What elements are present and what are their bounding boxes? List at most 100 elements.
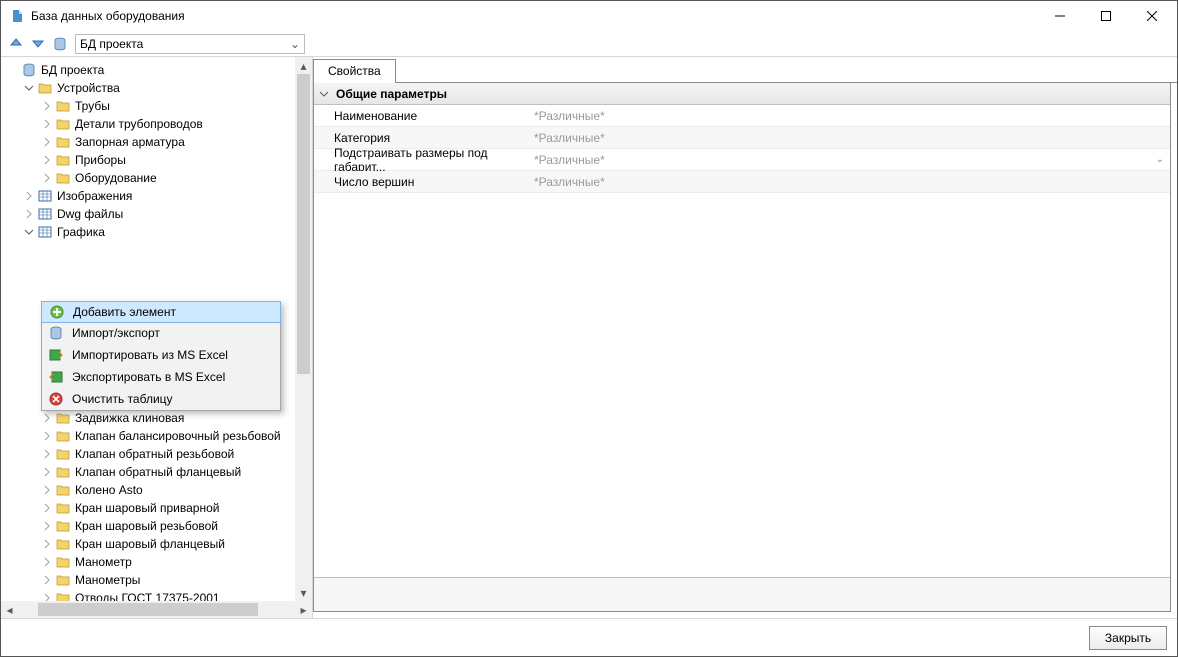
tree-node[interactable]: Кран шаровый фланцевый (1, 535, 312, 553)
expander-closed-icon[interactable] (41, 592, 53, 601)
tree-node[interactable]: Отводы ГОСТ 17375-2001 (1, 589, 312, 601)
tree-node[interactable]: Приборы (1, 151, 312, 169)
database-button[interactable] (51, 35, 69, 53)
tree-node[interactable]: Трубы (1, 97, 312, 115)
property-group-header[interactable]: Общие параметры (314, 83, 1170, 105)
expander-closed-icon[interactable] (41, 136, 53, 148)
tree-root[interactable]: БД проекта (1, 61, 312, 79)
down-arrow-button[interactable] (29, 35, 47, 53)
tree-node[interactable]: Задвижка клиновая (1, 409, 312, 427)
prop-name: Подстраивать размеры под габарит... (314, 146, 530, 174)
prop-name: Число вершин (314, 175, 530, 189)
scroll-thumb[interactable] (297, 74, 310, 374)
scroll-track[interactable] (295, 74, 312, 584)
ctx-add-element[interactable]: Добавить элемент (41, 301, 281, 323)
tree-node[interactable]: Кран шаровый приварной (1, 499, 312, 517)
scroll-up-icon[interactable]: ▴ (295, 57, 312, 74)
ctx-label: Добавить элемент (73, 305, 176, 319)
tree-node[interactable]: Колено Asto (1, 481, 312, 499)
expander-closed-icon[interactable] (41, 412, 53, 424)
footer: Закрыть (1, 618, 1177, 656)
tree-node[interactable]: Клапан обратный резьбовой (1, 445, 312, 463)
prop-row[interactable]: Подстраивать размеры под габарит... *Раз… (314, 149, 1170, 171)
tree-node-graphics[interactable]: Графика (1, 223, 312, 241)
prop-name: Категория (314, 131, 530, 145)
expander-closed-icon[interactable] (41, 154, 53, 166)
tree-node[interactable]: Запорная арматура (1, 133, 312, 151)
prop-value-dropdown[interactable]: *Различные*⌄ (530, 153, 1170, 167)
database-icon (48, 325, 64, 341)
expander-closed-icon[interactable] (41, 520, 53, 532)
tree-node[interactable]: Оборудование (1, 169, 312, 187)
prop-value[interactable]: *Различные* (530, 175, 1170, 189)
tree-pane: БД проекта Устройства Трубы Дета (1, 57, 313, 618)
prop-value[interactable]: *Различные* (530, 131, 1170, 145)
delete-icon (48, 391, 64, 407)
chevron-down-icon: ⌄ (290, 37, 300, 51)
tree-node[interactable]: Кран шаровый резьбовой (1, 517, 312, 535)
up-arrow-button[interactable] (7, 35, 25, 53)
scroll-thumb[interactable] (38, 603, 258, 616)
description-panel (314, 577, 1170, 611)
ctx-export-excel[interactable]: Экспортировать в MS Excel (42, 366, 280, 388)
expander-closed-icon[interactable] (41, 118, 53, 130)
prop-row[interactable]: Число вершин *Различные* (314, 171, 1170, 193)
table-icon (37, 188, 53, 204)
expander-open-icon[interactable] (23, 82, 35, 94)
tab-properties[interactable]: Свойства (313, 59, 396, 83)
ctx-import-export[interactable]: Импорт/экспорт (42, 322, 280, 344)
ctx-label: Очистить таблицу (72, 392, 173, 406)
expander-closed-icon[interactable] (41, 574, 53, 586)
database-icon (21, 62, 37, 78)
titlebar: База данных оборудования (1, 1, 1177, 31)
ctx-label: Импортировать из MS Excel (72, 348, 228, 362)
expander-closed-icon[interactable] (41, 502, 53, 514)
ctx-import-excel[interactable]: Импортировать из MS Excel (42, 344, 280, 366)
tree-node[interactable]: Детали трубопроводов (1, 115, 312, 133)
tree-node-dwg[interactable]: Dwg файлы (1, 205, 312, 223)
folder-icon (55, 152, 71, 168)
ctx-clear-table[interactable]: Очистить таблицу (42, 388, 280, 410)
folder-icon (55, 134, 71, 150)
expander-closed-icon[interactable] (23, 190, 35, 202)
expander-closed-icon[interactable] (41, 448, 53, 460)
scroll-left-icon[interactable]: ◂ (1, 601, 18, 618)
folder-icon (55, 464, 71, 480)
project-db-combo[interactable]: БД проекта ⌄ (75, 34, 305, 54)
expander-closed-icon[interactable] (41, 556, 53, 568)
minimize-button[interactable] (1037, 1, 1083, 31)
expander-open-icon[interactable] (23, 226, 35, 238)
toolbar: БД проекта ⌄ (1, 31, 1177, 57)
table-icon (37, 206, 53, 222)
expander-closed-icon[interactable] (41, 466, 53, 478)
expander-closed-icon[interactable] (23, 208, 35, 220)
prop-row[interactable]: Наименование *Различные* (314, 105, 1170, 127)
vertical-scrollbar[interactable]: ▴ ▾ (295, 57, 312, 601)
expander-closed-icon[interactable] (41, 484, 53, 496)
tree-node[interactable]: Клапан обратный фланцевый (1, 463, 312, 481)
tree-node-devices[interactable]: Устройства (1, 79, 312, 97)
expander-closed-icon[interactable] (41, 172, 53, 184)
add-icon (49, 304, 65, 320)
context-menu: Добавить элемент Импорт/экспорт Импортир… (41, 301, 281, 411)
folder-icon (55, 572, 71, 588)
expander-closed-icon[interactable] (41, 538, 53, 550)
scroll-track[interactable] (18, 601, 295, 618)
prop-value[interactable]: *Различные* (530, 109, 1170, 123)
scroll-down-icon[interactable]: ▾ (295, 584, 312, 601)
chevron-down-icon: ⌄ (1156, 154, 1164, 165)
tree-node-images[interactable]: Изображения (1, 187, 312, 205)
tree-node[interactable]: Манометр (1, 553, 312, 571)
expander-open-icon[interactable] (318, 88, 330, 100)
maximize-button[interactable] (1083, 1, 1129, 31)
close-button[interactable]: Закрыть (1089, 626, 1167, 650)
tree-node[interactable]: Манометры (1, 571, 312, 589)
scroll-right-icon[interactable]: ▸ (295, 601, 312, 618)
expander-closed-icon[interactable] (41, 100, 53, 112)
expander-closed-icon[interactable] (41, 430, 53, 442)
horizontal-scrollbar[interactable]: ◂ ▸ (1, 601, 312, 618)
ctx-label: Экспортировать в MS Excel (72, 370, 225, 384)
folder-icon (55, 536, 71, 552)
close-window-button[interactable] (1129, 1, 1175, 31)
tree-node[interactable]: Клапан балансировочный резьбовой (1, 427, 312, 445)
